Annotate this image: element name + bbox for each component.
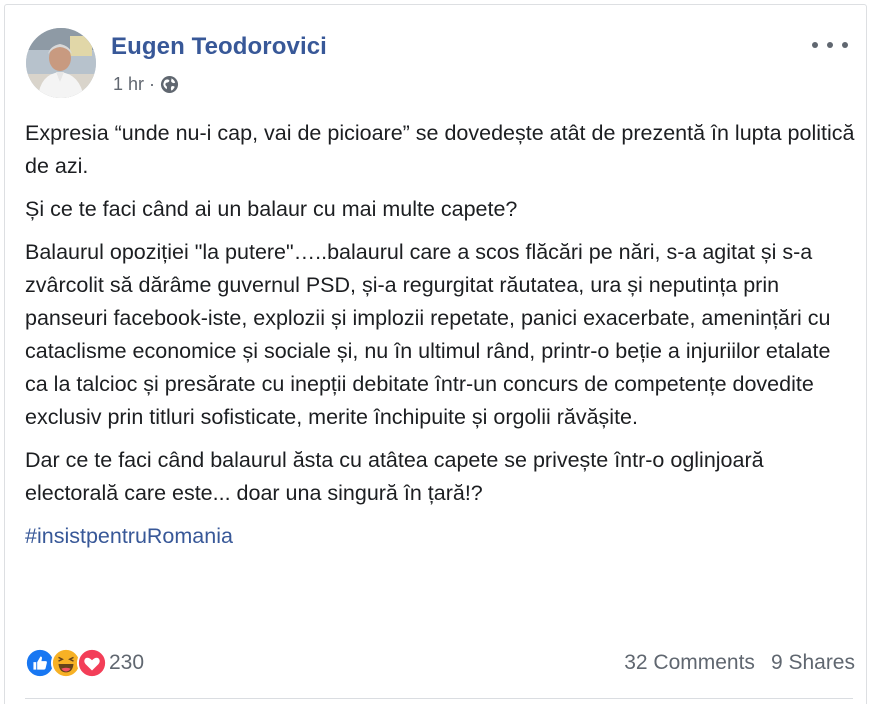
reaction-icons (25, 648, 107, 678)
post-footer: 230 32 Comments 9 Shares (25, 645, 855, 681)
author-name[interactable]: Eugen Teodorovici (111, 33, 327, 61)
post-meta: 1 hr · (113, 74, 179, 95)
post-paragraph: Balaurul opoziției "la putere"…..balauru… (25, 240, 831, 429)
comments-link[interactable]: 32 Comments (624, 651, 755, 675)
more-dot (842, 42, 848, 48)
love-icon (77, 648, 107, 678)
avatar-photo (26, 28, 96, 98)
post-paragraph: Și ce te faci când ai un balaur cu mai m… (25, 197, 518, 221)
more-dot (827, 42, 833, 48)
meta-separator: · (149, 74, 156, 94)
hashtag-link[interactable]: #insistpentruRomania (25, 524, 233, 548)
shares-link[interactable]: 9 Shares (771, 651, 855, 675)
post-paragraph: Dar ce te faci când balaurul ăsta cu atâ… (25, 448, 764, 505)
reaction-count: 230 (109, 651, 145, 674)
reactions-summary[interactable]: 230 (25, 648, 144, 678)
post-card: Eugen Teodorovici 1 hr · Expresia “unde … (4, 4, 867, 704)
author-avatar[interactable] (26, 28, 96, 98)
footer-divider (25, 698, 853, 699)
more-dot (812, 42, 818, 48)
post-body: Expresia “unde nu-i cap, vai de picioare… (25, 117, 855, 563)
post-paragraph: Expresia “unde nu-i cap, vai de picioare… (25, 121, 855, 178)
post-timestamp[interactable]: 1 hr (113, 74, 144, 95)
globe-icon[interactable] (160, 75, 179, 94)
more-options-button[interactable] (812, 35, 848, 55)
engagement-counts: 32 Comments 9 Shares (624, 651, 855, 675)
